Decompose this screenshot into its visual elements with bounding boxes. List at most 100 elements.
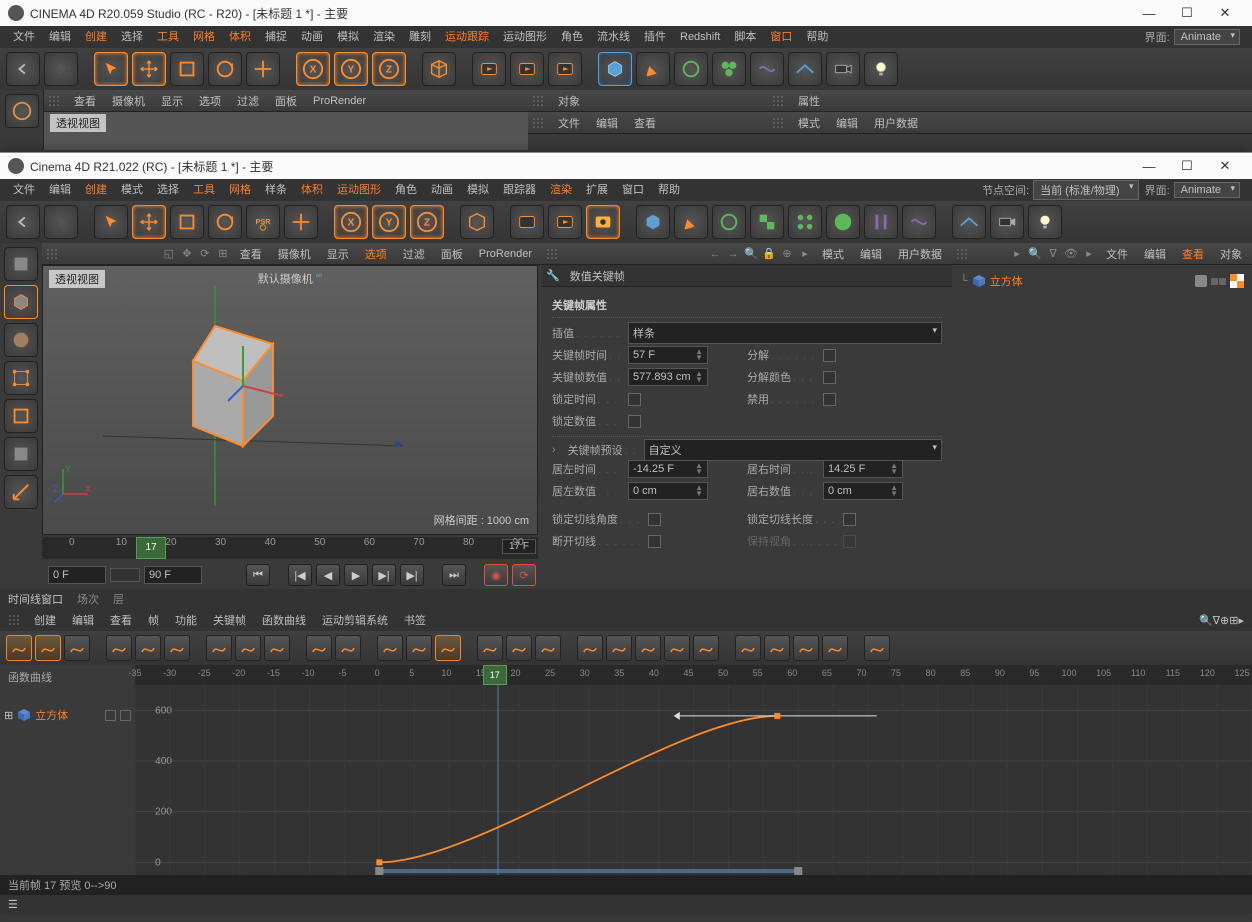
menu-item[interactable]: 帮助: [799, 26, 835, 48]
menu-item[interactable]: 创建: [26, 612, 64, 628]
menu-item[interactable]: 流水线: [590, 26, 637, 48]
menu-item[interactable]: 选择: [150, 179, 186, 201]
value-field[interactable]: 577.893 cm▲▼: [628, 368, 708, 386]
menu-item[interactable]: 网格: [186, 26, 222, 48]
viewport-area-r20[interactable]: 查看摄像机显示选项过滤面板ProRender 透视视图: [44, 90, 528, 150]
maximize-button[interactable]: ☐: [1168, 158, 1206, 174]
start-frame-field[interactable]: 0 F: [48, 566, 106, 584]
lock-icon[interactable]: [764, 635, 790, 661]
fcurve-mode-icon[interactable]: [35, 635, 61, 661]
autokey-button[interactable]: ⟳: [512, 564, 536, 586]
deformer-icon[interactable]: [750, 52, 784, 86]
poly-mode-icon[interactable]: [4, 437, 38, 471]
psr-icon[interactable]: PSR: [246, 205, 280, 239]
panel-menu-item[interactable]: 编辑: [830, 115, 864, 131]
menu-item[interactable]: 创建: [78, 26, 114, 48]
cube-icon[interactable]: [460, 205, 494, 239]
goto-start-button[interactable]: ⏮: [246, 564, 270, 586]
undo-icon[interactable]: [6, 52, 40, 86]
panel-menu-item[interactable]: ProRender: [307, 95, 372, 107]
camera-icon[interactable]: [990, 205, 1024, 239]
axis-mode-icon[interactable]: [4, 475, 38, 509]
panel-menu-item[interactable]: 对象: [1214, 246, 1248, 262]
nav-fwd-icon[interactable]: →: [726, 247, 740, 261]
menu-item[interactable]: 运动跟踪: [438, 26, 496, 48]
menu-icon[interactable]: ▸: [798, 247, 812, 261]
camera-icon[interactable]: [826, 52, 860, 86]
object-name[interactable]: 立方体: [35, 707, 68, 723]
menu-item[interactable]: 跟踪器: [496, 179, 543, 201]
rotate-icon[interactable]: [208, 205, 242, 239]
menu-item[interactable]: 样条: [258, 179, 294, 201]
ease-icon[interactable]: [506, 635, 532, 661]
left-val-field[interactable]: 0 cm▲▼: [628, 482, 708, 500]
menu-item[interactable]: 文件: [6, 179, 42, 201]
right-time-field[interactable]: 14.25 F▲▼: [823, 460, 903, 478]
link-icon[interactable]: [693, 635, 719, 661]
filter-icon[interactable]: ∇: [1046, 247, 1060, 261]
panel-menu-item[interactable]: 选项: [193, 93, 227, 109]
volume-icon[interactable]: [864, 205, 898, 239]
search-icon[interactable]: 🔍: [744, 247, 758, 261]
menu-item[interactable]: 模拟: [330, 26, 366, 48]
placement-icon[interactable]: [284, 205, 318, 239]
menu-item[interactable]: 运动图形: [496, 26, 554, 48]
viewport-icon[interactable]: ◱: [162, 247, 176, 261]
panel-menu-item[interactable]: 面板: [435, 246, 469, 262]
viewport-icon[interactable]: ⊞: [216, 247, 230, 261]
range-slider[interactable]: [110, 568, 140, 582]
tree-expand-icon[interactable]: └: [960, 275, 968, 287]
snap-icon[interactable]: [306, 635, 332, 661]
panel-menu-item[interactable]: 选项: [359, 246, 393, 262]
menu-item[interactable]: 脚本: [727, 26, 763, 48]
panel-menu-item[interactable]: 摄像机: [272, 246, 317, 262]
menu-item[interactable]: 窗口: [763, 26, 799, 48]
link-icon[interactable]: [635, 635, 661, 661]
move-icon[interactable]: [132, 205, 166, 239]
y-axis-icon[interactable]: Y: [334, 52, 368, 86]
left-time-field[interactable]: -14.25 F▲▼: [628, 460, 708, 478]
generator-icon[interactable]: [712, 52, 746, 86]
menu-icon[interactable]: ▸: [1082, 247, 1096, 261]
track-toggle[interactable]: [120, 710, 131, 721]
tangent-icon[interactable]: [435, 635, 461, 661]
disable-checkbox[interactable]: [823, 393, 836, 406]
menu-item[interactable]: 选择: [114, 26, 150, 48]
maximize-button[interactable]: ☐: [1168, 5, 1206, 21]
add-key-icon[interactable]: [206, 635, 232, 661]
tag-icon[interactable]: [1230, 274, 1244, 288]
object-name[interactable]: 立方体: [990, 273, 1023, 289]
panel-menu-item[interactable]: 显示: [155, 93, 189, 109]
lock-icon[interactable]: 🔒: [762, 247, 776, 261]
menu-item[interactable]: 模式: [114, 179, 150, 201]
make-editable-icon[interactable]: [4, 247, 38, 281]
menu-item[interactable]: 工具: [150, 26, 186, 48]
rotate-icon[interactable]: [208, 52, 242, 86]
remove-key-icon[interactable]: [264, 635, 290, 661]
lock-icon[interactable]: [735, 635, 761, 661]
timeline-item-cube[interactable]: ⊞ 立方体: [0, 705, 135, 725]
minimize-button[interactable]: —: [1130, 6, 1168, 21]
close-button[interactable]: ✕: [1206, 158, 1244, 174]
panel-menu-item[interactable]: 显示: [321, 246, 355, 262]
scale-icon[interactable]: [170, 52, 204, 86]
menu-item[interactable]: 体积: [294, 179, 330, 201]
point-mode-icon[interactable]: [4, 361, 38, 395]
menu-item[interactable]: 雕刻: [402, 26, 438, 48]
close-button[interactable]: ✕: [1206, 5, 1244, 21]
panel-menu-item[interactable]: 编辑: [590, 115, 624, 131]
model-mode-icon[interactable]: [4, 285, 38, 319]
menu-icon[interactable]: ☰: [8, 898, 18, 911]
nav-back-icon[interactable]: ←: [708, 247, 722, 261]
floor-icon[interactable]: [788, 52, 822, 86]
menu-item[interactable]: 关键帧: [205, 612, 254, 628]
panel-menu-item[interactable]: 面板: [269, 93, 303, 109]
search-icon[interactable]: 🔍: [1028, 247, 1042, 261]
tool-button[interactable]: [5, 94, 39, 128]
mini-timeline[interactable]: 17 17 F 0102030405060708090: [42, 537, 538, 559]
menu-item[interactable]: 网格: [222, 179, 258, 201]
panel-menu-item[interactable]: 用户数据: [892, 246, 948, 262]
ui-preset-select[interactable]: Animate: [1174, 182, 1240, 198]
panel-menu-item[interactable]: 编辑: [854, 246, 888, 262]
expand-icon[interactable]: ⊞: [4, 709, 13, 722]
